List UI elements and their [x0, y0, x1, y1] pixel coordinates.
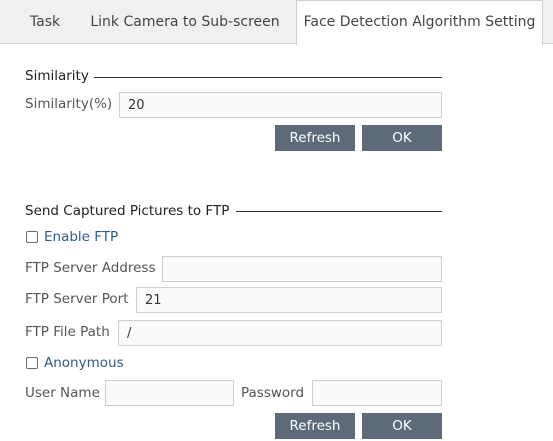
similarity-label: Similarity(%)	[25, 96, 113, 112]
similarity-ok-button[interactable]: OK	[362, 125, 442, 151]
tab-link-camera[interactable]: Link Camera to Sub-screen	[84, 0, 286, 44]
ftp-server-port-input[interactable]	[136, 287, 442, 313]
similarity-divider	[94, 77, 442, 78]
similarity-input[interactable]	[119, 92, 442, 118]
tab-task[interactable]: Task	[14, 0, 76, 44]
enable-ftp-checkbox[interactable]	[26, 231, 38, 243]
ftp-file-path-label: FTP File Path	[25, 324, 110, 340]
ftp-divider	[236, 211, 442, 212]
tab-face-detection[interactable]: Face Detection Algorithm Setting	[296, 0, 543, 45]
ftp-section-title: Send Captured Pictures to FTP	[25, 203, 230, 219]
ftp-refresh-button[interactable]: Refresh	[275, 413, 355, 439]
ftp-ok-button[interactable]: OK	[362, 413, 442, 439]
ftp-file-path-input[interactable]	[118, 320, 442, 346]
ftp-server-address-input[interactable]	[162, 256, 442, 282]
similarity-section-title: Similarity	[25, 68, 89, 84]
anonymous-checkbox[interactable]	[26, 357, 38, 369]
password-input[interactable]	[312, 380, 442, 406]
user-name-label: User Name	[25, 385, 100, 401]
enable-ftp-label[interactable]: Enable FTP	[44, 229, 118, 245]
ftp-server-address-label: FTP Server Address	[25, 260, 156, 276]
ftp-server-port-label: FTP Server Port	[25, 291, 129, 307]
password-label: Password	[241, 385, 305, 401]
similarity-refresh-button[interactable]: Refresh	[275, 125, 355, 151]
user-name-input[interactable]	[105, 380, 234, 406]
anonymous-label[interactable]: Anonymous	[44, 355, 124, 371]
